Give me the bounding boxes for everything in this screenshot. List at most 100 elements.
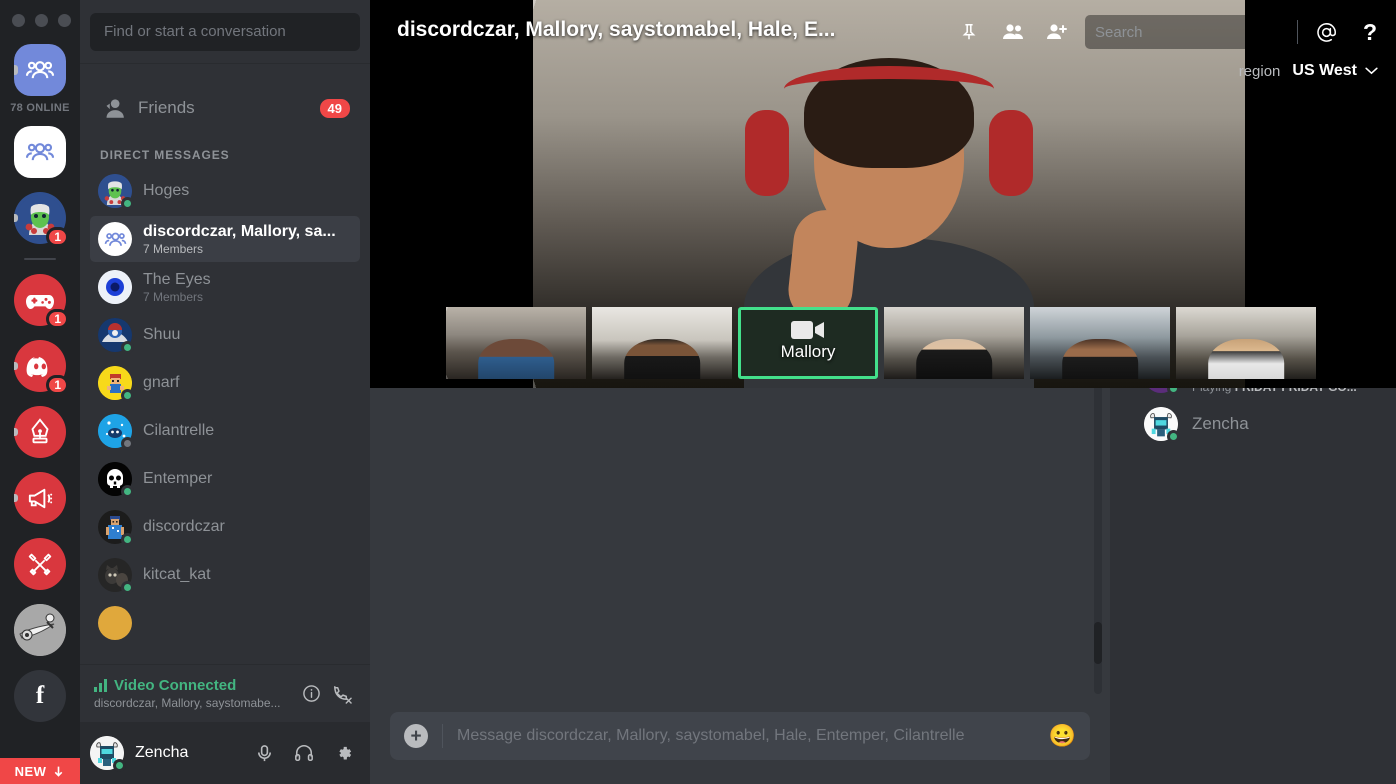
- participant-thumbnail-4[interactable]: [884, 307, 1024, 379]
- find-conversation-input[interactable]: [90, 12, 360, 51]
- dm-item-gnarf[interactable]: gnarf: [90, 360, 360, 406]
- pin-icon[interactable]: [947, 10, 991, 54]
- rail-item-server-announcements[interactable]: [14, 472, 66, 524]
- close-window-button[interactable]: [12, 14, 25, 27]
- call-title: discordczar, Mallory, saystomabel, Hale,…: [397, 18, 836, 41]
- dm-item-entemper[interactable]: Entemper: [90, 456, 360, 502]
- unread-pill: [14, 214, 18, 222]
- dm-item-discordczar[interactable]: discordczar: [90, 504, 360, 550]
- status-badge: [121, 581, 134, 594]
- plus-circle-icon[interactable]: +: [404, 724, 428, 748]
- crossed-tools-icon: [14, 538, 66, 590]
- search-input[interactable]: [1095, 23, 1294, 41]
- status-badge: [121, 389, 134, 402]
- rail-item-server-discord[interactable]: 1: [14, 340, 69, 395]
- dm-item-shuu[interactable]: Shuu: [90, 312, 360, 358]
- partial-avatar-icon: [98, 606, 132, 640]
- dm-item-text: gnarf: [143, 374, 352, 392]
- window-controls[interactable]: [12, 14, 71, 27]
- voice-status-text: Video Connected discordczar, Mallory, sa…: [94, 677, 296, 710]
- dm-sidebar: Friends 49 DIRECT MESSAGES: [80, 0, 370, 784]
- new-badge-label: NEW: [14, 763, 47, 779]
- avatar: [98, 558, 134, 594]
- at-mention-icon[interactable]: [1304, 10, 1348, 54]
- dm-item-hoges[interactable]: Hoges: [90, 168, 360, 214]
- rail-item-server-hoges[interactable]: 1: [14, 192, 69, 247]
- dm-item-cilantrelle[interactable]: Cilantrelle: [90, 408, 360, 454]
- status-badge: [121, 533, 134, 546]
- rail-item-server-dm-group[interactable]: [14, 126, 66, 178]
- new-download-badge[interactable]: NEW: [0, 758, 80, 784]
- dm-item-the-eyes[interactable]: The Eyes 7 Members: [90, 264, 360, 310]
- unread-badge: 1: [46, 309, 69, 329]
- participant-thumbnail-1[interactable]: [446, 307, 586, 379]
- emoji-icon[interactable]: 😀: [1049, 723, 1076, 749]
- selected-server-pill: [14, 65, 18, 75]
- region-selector[interactable]: region US West: [1239, 62, 1378, 80]
- help-icon[interactable]: ?: [1348, 10, 1392, 54]
- dm-item-name: discordczar: [143, 518, 225, 535]
- dm-item-partial[interactable]: [90, 600, 360, 646]
- dm-item-name: Cilantrelle: [143, 422, 215, 439]
- member-text: Zencha: [1192, 414, 1249, 434]
- friends-count-badge: 49: [319, 98, 350, 118]
- status-badge: [1167, 430, 1180, 443]
- rail-item-server-tools[interactable]: [14, 538, 66, 590]
- rail-item-home-dm[interactable]: [14, 44, 66, 96]
- voice-channel-name: discordczar, Mallory, saystomabe...: [94, 696, 281, 710]
- message-composer[interactable]: + 😀: [390, 712, 1090, 760]
- disconnect-call-icon[interactable]: [326, 679, 356, 709]
- avatar[interactable]: [90, 736, 126, 772]
- rail-item-server-doodle[interactable]: [14, 604, 66, 656]
- doodle-avatar-icon: [14, 604, 66, 656]
- voice-status-label: Video Connected: [114, 677, 237, 694]
- message-input[interactable]: [457, 727, 1049, 745]
- dm-item-text: The Eyes 7 Members: [143, 271, 352, 304]
- dm-item-name: The Eyes: [143, 270, 211, 288]
- avatar: [98, 510, 134, 546]
- friends-group-icon: [14, 44, 66, 96]
- discord-app-window: 78 ONLINE 1 1 1 f NEW Find or start a co…: [0, 0, 1396, 784]
- search-box[interactable]: [1085, 15, 1294, 49]
- participant-thumbnail-strip: Mallory: [370, 302, 1396, 384]
- rail-item-server-facebook[interactable]: f: [14, 670, 66, 722]
- participant-thumbnail-6[interactable]: [1176, 307, 1316, 379]
- dm-item-text: discordczar: [143, 518, 352, 536]
- sidebar-item-friends[interactable]: Friends 49: [90, 86, 360, 130]
- rail-item-server-games[interactable]: 1: [14, 274, 69, 329]
- signal-bars-icon: [94, 679, 107, 692]
- avatar: [98, 414, 134, 450]
- members-icon[interactable]: [991, 10, 1035, 54]
- chat-header-tools: ?: [947, 0, 1392, 64]
- rail-item-server-design[interactable]: [14, 406, 66, 458]
- gear-icon[interactable]: [328, 737, 360, 769]
- avatar: [98, 366, 134, 402]
- participant-person: [624, 338, 700, 379]
- status-badge: [121, 197, 134, 210]
- dm-item-text: Cilantrelle: [143, 422, 352, 440]
- status-badge: [121, 485, 134, 498]
- video-call-overlay: discordczar, Mallory, saystomabel, Hale,…: [370, 0, 1396, 388]
- direct-messages-header: DIRECT MESSAGES: [100, 148, 230, 162]
- add-friend-icon[interactable]: [1035, 10, 1079, 54]
- avatar: [98, 318, 134, 354]
- headphones-icon[interactable]: [288, 737, 320, 769]
- microphone-icon[interactable]: [248, 737, 280, 769]
- minimize-window-button[interactable]: [35, 14, 48, 27]
- friends-group-icon: [14, 126, 66, 178]
- avatar: [98, 462, 134, 498]
- info-icon[interactable]: [296, 679, 326, 709]
- megaphone-icon: [14, 472, 66, 524]
- participant-thumbnail-2[interactable]: [592, 307, 732, 379]
- status-badge: [121, 341, 134, 354]
- participant-thumbnail-mallory[interactable]: Mallory: [738, 307, 878, 379]
- unread-pill: [14, 494, 18, 502]
- member-item-zencha[interactable]: Zencha: [1110, 400, 1396, 448]
- region-value[interactable]: US West: [1292, 62, 1378, 80]
- dm-item-discordczar-group[interactable]: discordczar, Mallory, sa... 7 Members: [90, 216, 360, 262]
- participant-thumbnail-5[interactable]: [1030, 307, 1170, 379]
- avatar: [1144, 407, 1180, 443]
- dm-item-kitcat-kat[interactable]: kitcat_kat: [90, 552, 360, 598]
- maximize-window-button[interactable]: [58, 14, 71, 27]
- scrollbar-thumb[interactable]: [1094, 622, 1102, 664]
